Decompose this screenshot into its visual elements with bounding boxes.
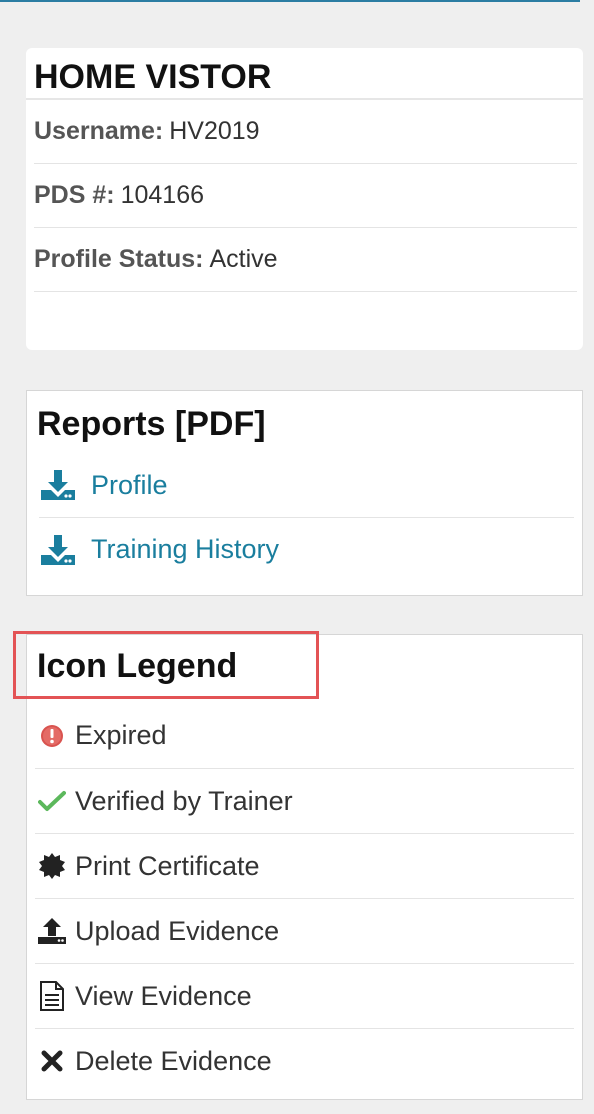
profile-report-label: Profile [91, 469, 168, 500]
reports-card: Reports [PDF] Profile Training History [26, 390, 583, 596]
icon-legend-card: Icon Legend Expired Verified by Trainer [13, 631, 583, 1100]
username-row: Username: HV2019 [34, 100, 577, 164]
legend-item-expired: Expired [35, 703, 574, 768]
certificate-icon [35, 851, 69, 881]
profile-status-label: Profile Status: [34, 245, 204, 273]
username-label: Username: [34, 117, 164, 145]
legend-label: Verified by Trainer [75, 785, 293, 816]
legend-label: Upload Evidence [75, 915, 280, 946]
training-history-link[interactable]: Training History [39, 517, 574, 581]
download-icon [39, 533, 77, 567]
legend-label: Delete Evidence [75, 1045, 272, 1076]
delete-icon [35, 1046, 69, 1076]
legend-item-upload-evidence: Upload Evidence [35, 898, 574, 963]
upload-icon [35, 916, 69, 946]
pds-row: PDS #: 104166 [34, 164, 577, 228]
checkmark-icon [35, 786, 69, 816]
expired-icon [35, 721, 69, 751]
legend-item-verified: Verified by Trainer [35, 768, 574, 833]
profile-report-link[interactable]: Profile [39, 453, 574, 517]
legend-item-delete-evidence: Delete Evidence [35, 1028, 574, 1093]
legend-item-view-evidence: View Evidence [35, 963, 574, 1028]
reports-title: Reports [PDF] [37, 405, 266, 443]
legend-label: Print Certificate [75, 850, 260, 881]
pds-label: PDS #: [34, 181, 115, 209]
pds-value: 104166 [120, 181, 205, 209]
legend-item-print-certificate: Print Certificate [35, 833, 574, 898]
profile-title: HOME VISTOR [26, 48, 583, 100]
profile-status-value: Active [209, 245, 278, 273]
profile-card: HOME VISTOR Username: HV2019 PDS #: 1041… [26, 48, 583, 350]
top-border [0, 0, 580, 2]
legend-label: View Evidence [75, 980, 252, 1011]
profile-status-row: Profile Status: Active [34, 228, 577, 292]
username-value: HV2019 [169, 117, 260, 145]
training-history-label: Training History [91, 534, 280, 564]
document-icon [35, 981, 69, 1011]
download-icon [39, 468, 77, 502]
legend-label: Expired [75, 720, 167, 750]
highlight-box [13, 631, 319, 699]
